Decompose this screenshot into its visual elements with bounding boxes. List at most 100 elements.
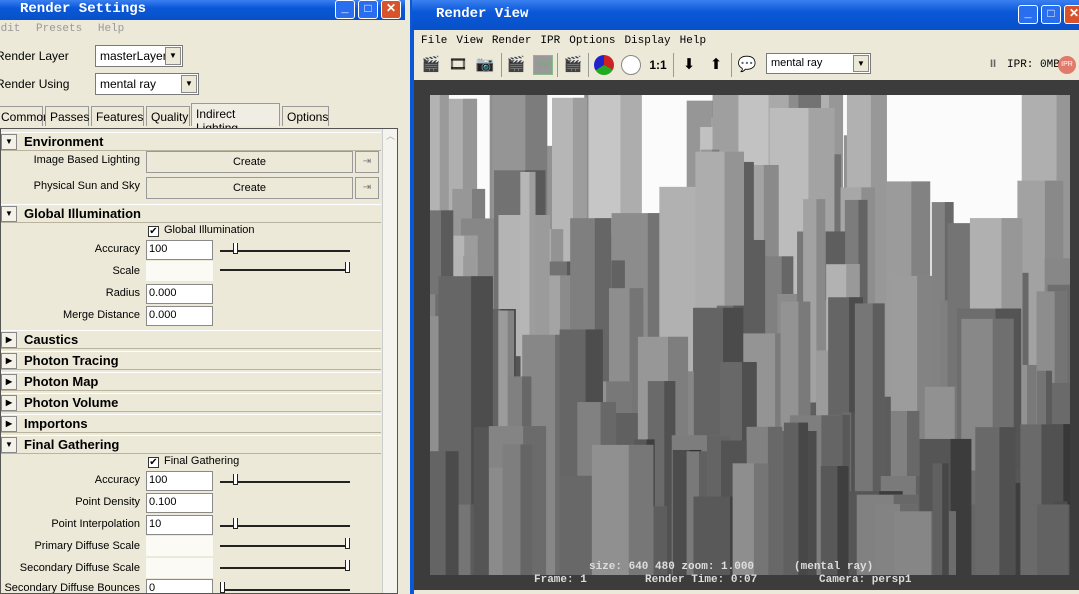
- renderer-dropdown[interactable]: mental ray ▼: [766, 53, 871, 74]
- rgb-channels-icon[interactable]: [594, 55, 614, 75]
- secondary-diffuse-scale-field[interactable]: [146, 558, 213, 578]
- slider-handle[interactable]: [220, 582, 225, 593]
- gi-radius-field[interactable]: 0.000: [146, 284, 213, 304]
- render-settings-clapper-icon[interactable]: 🎬: [563, 55, 583, 75]
- render-using-value: mental ray: [100, 77, 157, 91]
- gi-accuracy-field[interactable]: 100: [146, 240, 213, 260]
- point-interpolation-slider[interactable]: [220, 518, 350, 529]
- expand-arrow-icon[interactable]: ▶: [1, 332, 17, 348]
- pause-icon[interactable]: II: [990, 58, 996, 70]
- keep-image-icon[interactable]: ⬇: [679, 55, 699, 75]
- section-final-gathering[interactable]: ▼ Final Gathering: [1, 435, 381, 454]
- maximize-button[interactable]: □: [358, 0, 378, 19]
- render-clapper-icon[interactable]: 🎬: [421, 55, 441, 75]
- menu-help[interactable]: Help: [98, 23, 124, 35]
- tab-indirect-lighting[interactable]: Indirect Lighting: [191, 103, 280, 135]
- tab-passes[interactable]: Passes: [45, 106, 89, 126]
- menu-ipr[interactable]: IPR: [540, 35, 560, 47]
- render-layer-dropdown[interactable]: masterLayer ▼: [95, 45, 183, 67]
- point-density-field[interactable]: 0.100: [146, 493, 213, 513]
- expand-arrow-icon[interactable]: ▶: [1, 395, 17, 411]
- render-using-dropdown[interactable]: mental ray ▼: [95, 73, 199, 95]
- ipr-refresh-icon[interactable]: IPR: [533, 55, 553, 75]
- slider-handle[interactable]: [232, 243, 238, 254]
- menu-render[interactable]: Render: [492, 35, 532, 47]
- section-photon-volume[interactable]: ▶ Photon Volume: [1, 393, 381, 412]
- secondary-diffuse-scale-slider[interactable]: [220, 560, 350, 571]
- section-environment[interactable]: ▼ Environment: [1, 132, 381, 151]
- fg-accuracy-slider[interactable]: [220, 474, 350, 485]
- section-title: Caustics: [24, 332, 79, 347]
- expand-arrow-icon[interactable]: ▶: [1, 416, 17, 432]
- section-photon-map[interactable]: ▶ Photon Map: [1, 372, 381, 391]
- slider-handle[interactable]: [232, 518, 238, 529]
- primary-diffuse-scale-field[interactable]: [146, 536, 213, 556]
- render-region-icon[interactable]: 🎞: [448, 55, 468, 75]
- point-interpolation-label: Point Interpolation: [51, 518, 140, 530]
- create-sun-sky-button[interactable]: Create: [146, 177, 353, 199]
- merge-distance-field[interactable]: 0.000: [146, 306, 213, 326]
- final-gathering-checkbox[interactable]: ✔ Final Gathering: [148, 455, 239, 468]
- alpha-channel-icon[interactable]: [621, 55, 641, 75]
- close-button[interactable]: ✕: [1064, 5, 1079, 24]
- close-button[interactable]: ✕: [381, 0, 401, 19]
- global-illumination-checkbox[interactable]: ✔ Global Illumination: [148, 224, 255, 237]
- building: [767, 426, 783, 575]
- minimize-button[interactable]: _: [1018, 5, 1038, 24]
- render-view-menubar: File View Render IPR Options Display Help: [421, 35, 715, 47]
- real-size-button[interactable]: 1:1: [648, 55, 668, 75]
- render-diagnostics-icon[interactable]: 💬: [737, 55, 757, 75]
- building: [445, 451, 459, 575]
- gi-accuracy-slider[interactable]: [220, 243, 350, 254]
- expand-arrow-icon[interactable]: ▶: [1, 374, 17, 390]
- slider-handle[interactable]: [345, 538, 350, 549]
- menu-view[interactable]: View: [456, 35, 482, 47]
- collapse-arrow-icon[interactable]: ▼: [1, 206, 17, 222]
- tab-options[interactable]: Options: [282, 106, 329, 126]
- gi-scale-field[interactable]: [146, 261, 213, 281]
- ipr-render-icon[interactable]: 🎬: [506, 55, 526, 75]
- section-photon-tracing[interactable]: ▶ Photon Tracing: [1, 351, 381, 370]
- menu-display[interactable]: Display: [624, 35, 670, 47]
- menu-presets[interactable]: Presets: [36, 23, 82, 35]
- section-caustics[interactable]: ▶ Caustics: [1, 330, 381, 349]
- section-global-illumination[interactable]: ▼ Global Illumination: [1, 204, 381, 223]
- point-density-label: Point Density: [75, 496, 140, 508]
- menu-options[interactable]: Options: [569, 35, 615, 47]
- image-based-lighting-label: Image Based Lighting: [33, 154, 140, 166]
- fg-accuracy-field[interactable]: 100: [146, 471, 213, 491]
- collapse-arrow-icon[interactable]: ▼: [1, 134, 17, 150]
- point-interpolation-field[interactable]: 10: [146, 515, 213, 535]
- slider-handle[interactable]: [345, 262, 350, 273]
- minimize-button[interactable]: _: [335, 0, 355, 19]
- slider-handle[interactable]: [232, 474, 238, 485]
- slider-handle[interactable]: [345, 560, 350, 571]
- expand-arrow-icon[interactable]: ▶: [1, 353, 17, 369]
- tab-features[interactable]: Features: [91, 106, 144, 126]
- create-ibl-button[interactable]: Create: [146, 151, 353, 173]
- ipr-stop-icon[interactable]: IPR: [1058, 56, 1076, 74]
- render-viewport[interactable]: size: 640 480 zoom: 1.000 (mental ray) Fr…: [414, 80, 1079, 590]
- render-settings-menubar: Edit Presets Help: [0, 23, 133, 35]
- map-input-icon[interactable]: ⇥: [355, 177, 379, 199]
- map-input-icon[interactable]: ⇥: [355, 151, 379, 173]
- menu-file[interactable]: File: [421, 35, 447, 47]
- window-title: Render View: [436, 6, 529, 22]
- remove-image-icon[interactable]: ⬆: [706, 55, 726, 75]
- menu-edit[interactable]: Edit: [0, 23, 20, 35]
- scrollbar[interactable]: ︿: [382, 129, 397, 593]
- secondary-diffuse-bounces-slider[interactable]: [220, 582, 350, 593]
- physical-sun-sky-label: Physical Sun and Sky: [33, 180, 140, 192]
- collapse-arrow-icon[interactable]: ▼: [1, 437, 17, 453]
- gi-scale-slider[interactable]: [220, 262, 350, 273]
- maximize-button[interactable]: □: [1041, 5, 1061, 24]
- primary-diffuse-scale-slider[interactable]: [220, 538, 350, 549]
- snapshot-camera-icon[interactable]: 📷: [475, 55, 495, 75]
- render-view-titlebar: Render View _ □ ✕: [412, 0, 1079, 30]
- scroll-up-arrow[interactable]: ︿: [383, 129, 397, 145]
- menu-help[interactable]: Help: [680, 35, 706, 47]
- tab-quality[interactable]: Quality: [146, 106, 190, 126]
- tab-common[interactable]: Common: [0, 106, 50, 126]
- secondary-diffuse-bounces-field[interactable]: 0: [146, 579, 213, 593]
- section-importons[interactable]: ▶ Importons: [1, 414, 381, 433]
